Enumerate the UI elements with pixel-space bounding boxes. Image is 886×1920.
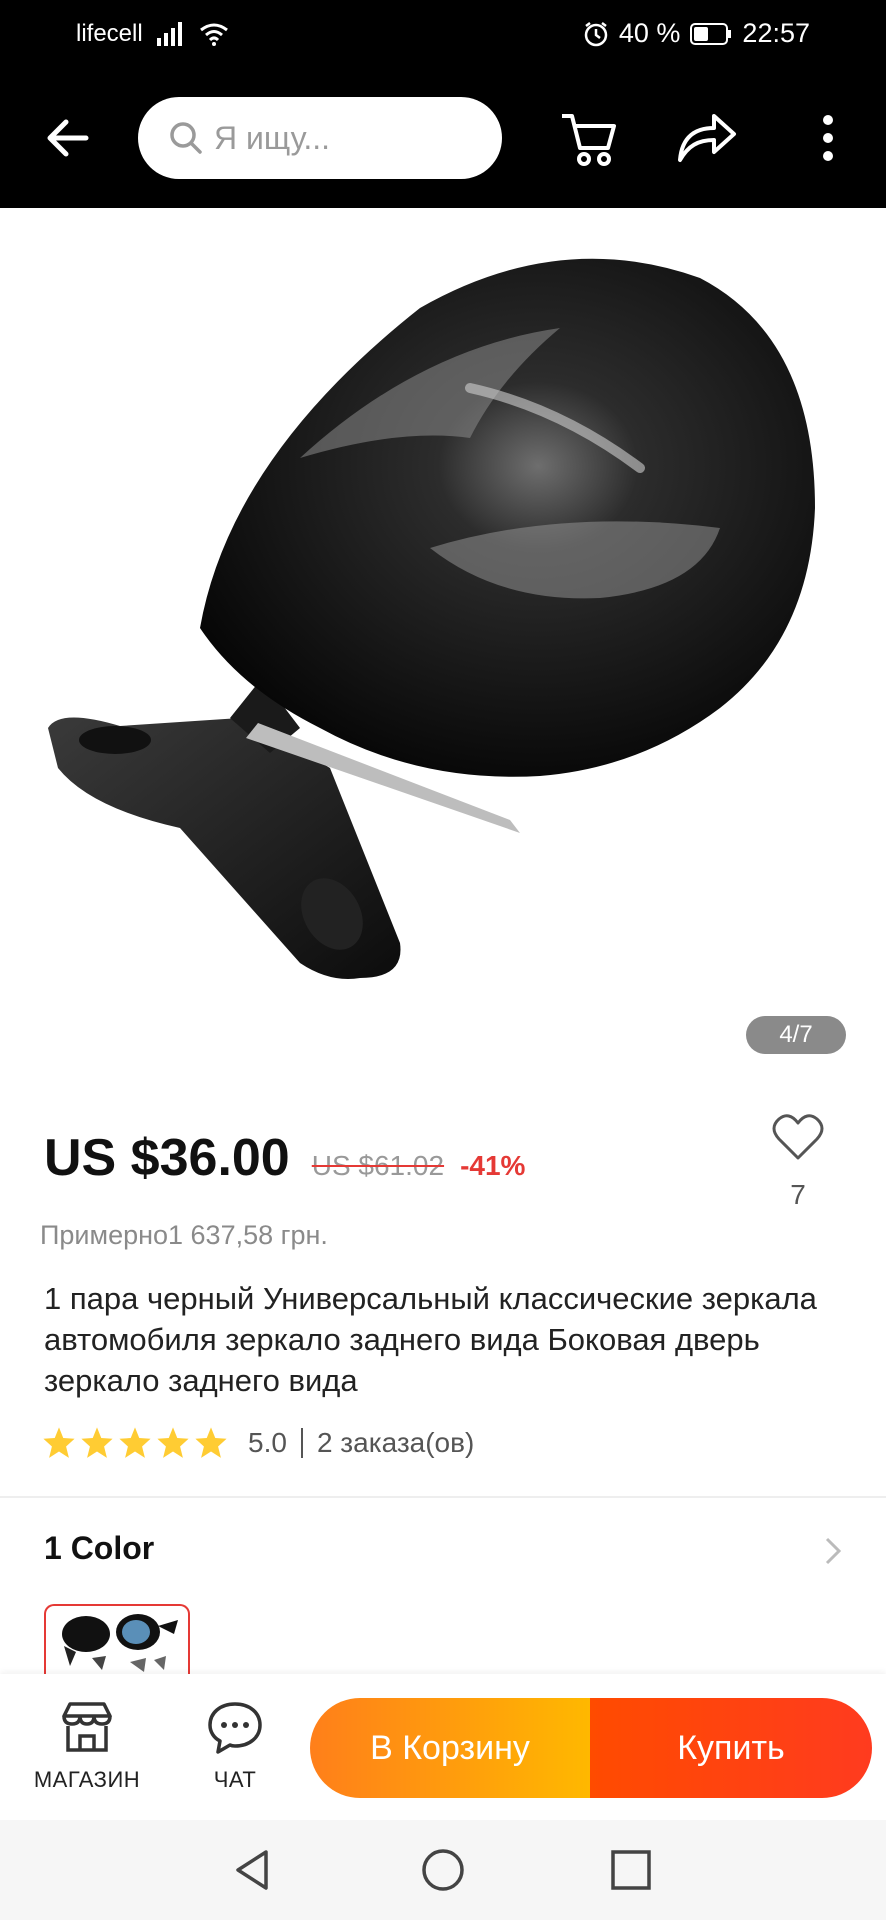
color-swatch-selected[interactable] bbox=[44, 1604, 190, 1676]
add-to-cart-button[interactable]: В Корзину bbox=[310, 1698, 590, 1798]
nav-home-icon[interactable] bbox=[419, 1846, 467, 1894]
rating-row[interactable]: 5.0 2 заказа(ов) bbox=[42, 1426, 474, 1460]
status-bar: lifecell 40 % 22:57 bbox=[0, 0, 886, 70]
battery-icon bbox=[690, 22, 732, 45]
search-input[interactable] bbox=[212, 118, 486, 158]
wishlist-count: 7 bbox=[790, 1179, 806, 1210]
image-counter: 4/7 bbox=[746, 1016, 846, 1054]
color-label: 1 Color bbox=[44, 1530, 155, 1566]
bottom-action-bar: МАГАЗИН ЧАТ В Корзину Купить bbox=[0, 1674, 886, 1820]
price-row: US $36.00 US $61.02 -41% bbox=[44, 1128, 525, 1188]
product-title: 1 пара черный Универсальный классические… bbox=[44, 1281, 817, 1398]
clock: 22:57 bbox=[742, 18, 810, 48]
product-image-gallery[interactable]: 4/7 bbox=[0, 208, 886, 1078]
store-icon bbox=[62, 1702, 112, 1752]
store-label: МАГАЗИН bbox=[33, 1767, 141, 1792]
cart-icon[interactable] bbox=[556, 106, 620, 170]
rating-value: 5.0 bbox=[248, 1427, 287, 1458]
star-icon bbox=[43, 1427, 75, 1458]
approx-price: Примерно1 637,58 грн. bbox=[40, 1220, 328, 1250]
battery-percent: 40 % bbox=[618, 18, 681, 48]
share-icon[interactable] bbox=[674, 106, 738, 170]
search-bar[interactable] bbox=[138, 97, 502, 179]
status-right: 40 % 22:57 bbox=[583, 18, 810, 49]
app-header bbox=[0, 70, 886, 208]
signal-icon bbox=[156, 22, 182, 46]
more-options-icon[interactable] bbox=[800, 106, 856, 170]
rating-separator bbox=[300, 1428, 303, 1458]
chat-button[interactable]: ЧАТ bbox=[180, 1700, 290, 1793]
alarm-icon bbox=[584, 21, 608, 46]
color-option-row[interactable]: 1 Color bbox=[44, 1530, 844, 1574]
chat-label: ЧАТ bbox=[213, 1767, 257, 1792]
chevron-right-icon bbox=[825, 1537, 842, 1565]
orders-count: 2 заказа(ов) bbox=[316, 1427, 475, 1458]
car-mirror-image bbox=[48, 258, 815, 979]
search-icon bbox=[170, 122, 202, 154]
chat-icon bbox=[208, 1702, 262, 1754]
swatch-thumbnail-image bbox=[62, 1614, 178, 1672]
store-button[interactable]: МАГАЗИН bbox=[32, 1700, 142, 1793]
buy-now-button[interactable]: Купить bbox=[590, 1698, 872, 1798]
wifi-icon bbox=[199, 23, 228, 46]
nav-recents-icon[interactable] bbox=[607, 1846, 655, 1894]
discount-badge: -41% bbox=[460, 1150, 526, 1181]
star-icon bbox=[119, 1427, 151, 1458]
back-arrow-icon[interactable] bbox=[40, 110, 96, 166]
system-nav-bar bbox=[0, 1820, 886, 1920]
purchase-buttons: В Корзину Купить bbox=[310, 1698, 872, 1798]
nav-back-icon[interactable] bbox=[228, 1846, 276, 1894]
current-price: US $36.00 bbox=[44, 1129, 290, 1187]
carrier-name: lifecell bbox=[76, 20, 143, 47]
section-divider bbox=[0, 1496, 886, 1498]
rating-stars bbox=[42, 1426, 228, 1460]
wishlist-button[interactable]: 7 bbox=[770, 1112, 826, 1211]
old-price: US $61.02 bbox=[311, 1150, 445, 1181]
star-icon bbox=[81, 1427, 113, 1458]
star-icon bbox=[157, 1427, 189, 1458]
star-icon bbox=[195, 1427, 227, 1458]
heart-icon bbox=[772, 1114, 824, 1160]
status-left: lifecell bbox=[76, 20, 229, 48]
